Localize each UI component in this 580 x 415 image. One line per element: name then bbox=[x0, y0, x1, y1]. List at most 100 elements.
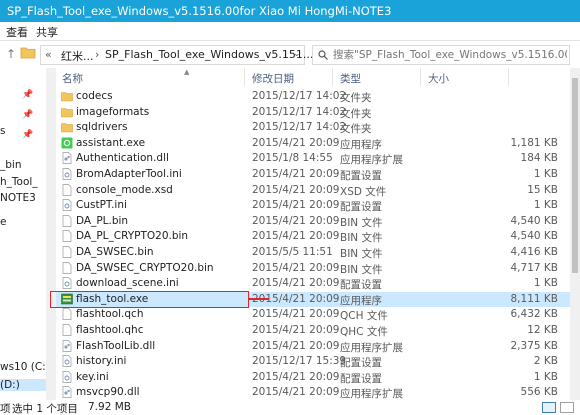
column-divider[interactable] bbox=[508, 68, 509, 86]
file-name: FlashToolLib.dll bbox=[76, 339, 156, 352]
table-row[interactable]: FlashToolLib.dll 2015/4/21 20:09 应用程序扩展 2,3… bbox=[56, 339, 570, 354]
pin-icon[interactable]: 📌 bbox=[22, 90, 33, 100]
file-type: 配置设置 bbox=[340, 279, 382, 292]
search-box[interactable] bbox=[312, 45, 570, 65]
column-divider[interactable] bbox=[332, 68, 333, 86]
pin-icon[interactable]: 📌 bbox=[22, 130, 33, 140]
file-size: 1 KB bbox=[533, 199, 558, 212]
file-list-scrollbar[interactable] bbox=[570, 68, 580, 400]
file-size: 4,717 KB bbox=[510, 261, 559, 274]
breadcrumb-hongmi[interactable]: 红米... bbox=[61, 48, 94, 64]
file-date: 2015/12/17 14:02 bbox=[252, 121, 347, 134]
column-date[interactable]: 修改日期 bbox=[252, 71, 294, 86]
window-title: SP_Flash_Tool_exe_Windows_v5.1516.00for … bbox=[7, 4, 392, 18]
nav-item[interactable]: _bin bbox=[0, 159, 22, 171]
file-date: 2015/4/21 20:09 bbox=[252, 136, 340, 149]
table-row[interactable]: DA_PL.bin 2015/4/21 20:09 BIN 文件 4,540 KB bbox=[56, 214, 570, 229]
file-type: 应用程序扩展 bbox=[340, 388, 403, 400]
explorer-window: SP_Flash_Tool_exe_Windows_v5.1516.00for … bbox=[0, 0, 580, 415]
column-divider[interactable] bbox=[244, 68, 245, 86]
nav-pane-scrollbar[interactable] bbox=[46, 68, 56, 400]
nav-item-drive-d[interactable]: (D:) bbox=[0, 379, 46, 391]
column-type[interactable]: 类型 bbox=[340, 71, 361, 86]
sort-up-icon: ▲ bbox=[184, 68, 190, 76]
nav-item[interactable]: h_Tool_ bbox=[0, 176, 38, 188]
file-type: 应用程序 bbox=[340, 294, 382, 307]
file-icon bbox=[61, 308, 73, 321]
table-row[interactable]: assistant.exe 2015/4/21 20:09 应用程序 1,181 KB bbox=[56, 136, 570, 151]
ini-icon bbox=[61, 277, 73, 290]
column-name[interactable]: 名称 bbox=[62, 71, 83, 86]
table-row[interactable]: history.ini 2015/12/17 15:39 配置设置 2 KB bbox=[56, 354, 570, 369]
pin-icon[interactable]: 📌 bbox=[22, 110, 33, 120]
large-icons-view-icon[interactable] bbox=[560, 402, 574, 413]
file-size: 8,111 KB bbox=[510, 292, 559, 305]
file-name: assistant.exe bbox=[76, 136, 146, 149]
table-row[interactable]: sqldrivers 2015/12/17 14:02 文件夹 bbox=[56, 120, 570, 135]
folder-icon bbox=[61, 90, 73, 102]
address-bar[interactable]: « 红米... › SP_Flash_Tool_exe_Windows_v5.1… bbox=[40, 45, 313, 65]
table-row[interactable]: flashtool.qhc 2015/4/21 20:09 QHC 文件 12 KB bbox=[56, 323, 570, 338]
nav-item[interactable]: NOTE3 bbox=[0, 192, 36, 204]
table-row[interactable]: codecs 2015/12/17 14:02 文件夹 bbox=[56, 89, 570, 104]
file-date: 2015/1/8 14:55 bbox=[252, 152, 333, 165]
file-size: 1 KB bbox=[533, 168, 558, 180]
file-type: 配置设置 bbox=[340, 201, 382, 214]
title-bar[interactable]: SP_Flash_Tool_exe_Windows_v5.1516.00for … bbox=[0, 0, 580, 22]
file-date: 2015/12/17 14:02 bbox=[252, 90, 347, 102]
table-row[interactable]: Authentication.dll 2015/1/8 14:55 应用程序扩展 18… bbox=[56, 151, 570, 166]
search-input[interactable] bbox=[333, 47, 567, 63]
file-date: 2015/4/21 20:09 bbox=[252, 339, 340, 352]
ini-icon bbox=[61, 168, 73, 180]
file-date: 2015/12/17 15:39 bbox=[252, 355, 347, 368]
file-size: 4,416 KB bbox=[510, 246, 559, 258]
file-name: msvcp90.dll bbox=[76, 386, 140, 399]
table-row[interactable]: download_scene.ini 2015/4/21 20:09 配置设置 1 K… bbox=[56, 276, 570, 291]
file-type: BIN 文件 bbox=[340, 248, 383, 260]
breadcrumb-current[interactable]: SP_Flash_Tool_exe_Windows_v5.151... bbox=[105, 48, 313, 61]
table-row[interactable]: msvcp90.dll 2015/4/21 20:09 应用程序扩展 556 KB bbox=[56, 385, 570, 400]
table-row[interactable]: key.ini 2015/4/21 20:09 配置设置 1 KB bbox=[56, 370, 570, 385]
file-date: 2015/4/21 20:09 bbox=[252, 261, 340, 274]
details-view-icon[interactable] bbox=[542, 402, 556, 413]
chevron-down-icon[interactable]: ⌄ bbox=[293, 49, 301, 59]
table-row[interactable]: console_mode.xsd 2015/4/21 20:09 XSD 文件 15 … bbox=[56, 183, 570, 198]
nav-item[interactable]: e bbox=[0, 216, 6, 228]
breadcrumb-overflow[interactable]: « bbox=[45, 48, 52, 61]
table-row[interactable]: DA_SWSEC_CRYPTO20.bin 2015/4/21 20:09 BIN … bbox=[56, 261, 570, 276]
file-size: 12 KB bbox=[527, 324, 558, 336]
column-divider[interactable] bbox=[420, 68, 421, 86]
nav-item-drive-c[interactable]: ws10 (C: bbox=[0, 361, 46, 373]
table-row[interactable]: imageformats 2015/12/17 14:02 文件夹 bbox=[56, 105, 570, 120]
file-date: 2015/4/21 20:09 bbox=[252, 386, 340, 399]
file-size: 4,540 KB bbox=[510, 230, 559, 243]
table-row[interactable]: DA_SWSEC.bin 2015/5/5 11:51 BIN 文件 4,416 KB bbox=[56, 245, 570, 260]
file-type: 配置设置 bbox=[340, 372, 382, 385]
table-row[interactable]: CustPT.ini 2015/4/21 20:09 配置设置 1 KB bbox=[56, 198, 570, 213]
file-size: 556 KB bbox=[520, 386, 558, 399]
table-row[interactable]: flashtool.qch 2015/4/21 20:09 QCH 文件 6,432 … bbox=[56, 307, 570, 322]
file-name: imageformats bbox=[76, 105, 150, 118]
scrollbar-thumb[interactable] bbox=[572, 78, 578, 273]
table-row[interactable]: DA_PL_CRYPTO20.bin 2015/4/21 20:09 BIN 文件 4… bbox=[56, 229, 570, 244]
table-row[interactable]: BromAdapterTool.ini 2015/4/21 20:09 配置设置 1 … bbox=[56, 167, 570, 182]
nav-item[interactable]: s bbox=[0, 125, 5, 137]
up-arrow-icon[interactable]: ↑ bbox=[3, 46, 19, 62]
help-icon[interactable] bbox=[570, 46, 580, 62]
column-header: ▲ 名称 修改日期 类型 大小 bbox=[56, 68, 570, 86]
file-type: BIN 文件 bbox=[340, 232, 383, 245]
tab-view[interactable]: 查看 bbox=[6, 24, 28, 40]
chevron-right-icon[interactable]: › bbox=[95, 48, 99, 61]
dll-icon bbox=[61, 386, 73, 399]
tab-share[interactable]: 共享 bbox=[36, 24, 58, 40]
file-type: 文件夹 bbox=[340, 107, 372, 120]
folder-nav-icon bbox=[20, 45, 36, 61]
folder-icon bbox=[61, 121, 73, 133]
file-name: history.ini bbox=[76, 355, 127, 368]
file-type: 文件夹 bbox=[340, 123, 372, 136]
file-size: 6,432 KB bbox=[510, 308, 559, 321]
file-date: 2015/4/21 20:09 bbox=[252, 324, 340, 336]
file-type: 配置设置 bbox=[340, 170, 382, 182]
column-size[interactable]: 大小 bbox=[428, 71, 449, 86]
qt-app-icon bbox=[61, 137, 73, 149]
